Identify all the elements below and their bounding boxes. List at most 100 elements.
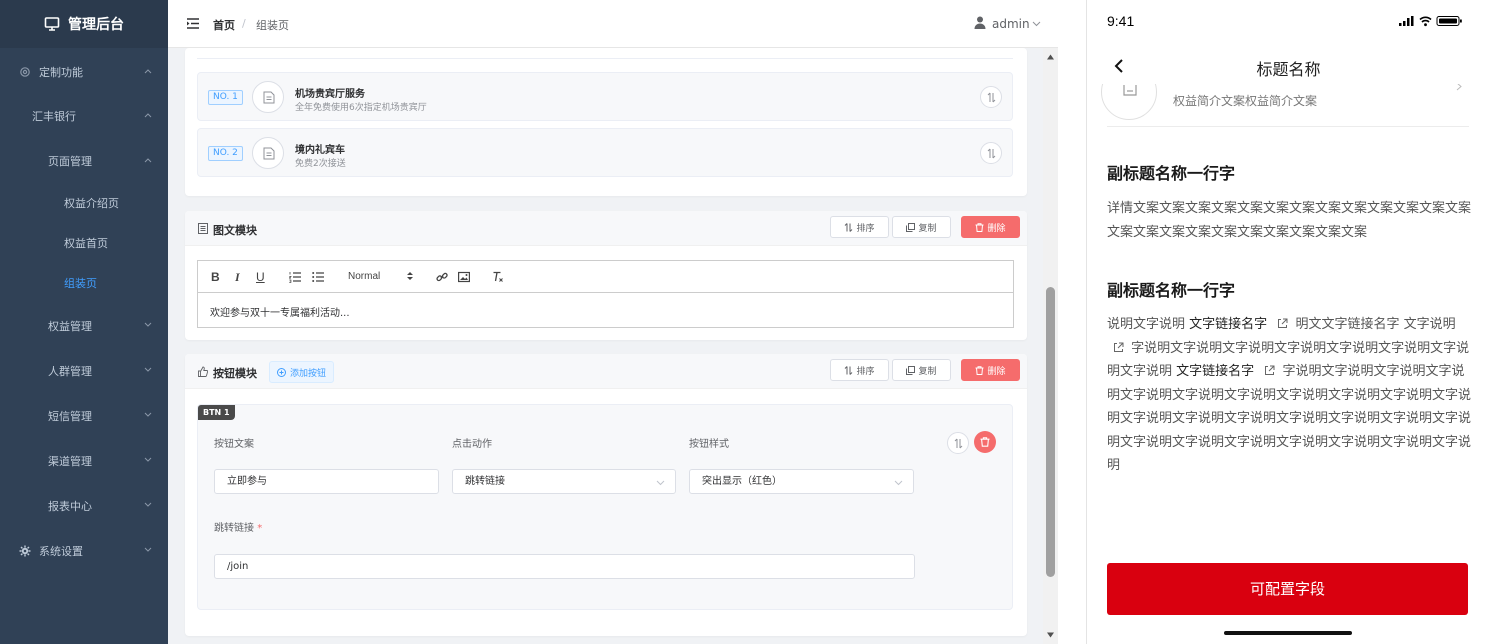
sidebar-item-benefit-intro[interactable]: 权益介绍页 [0, 183, 168, 223]
hamburger-icon[interactable] [187, 18, 199, 29]
sidebar-item-system-settings[interactable]: 系统设置 [0, 531, 168, 571]
module-title: 图文模块 [213, 224, 257, 237]
image-icon[interactable] [458, 271, 470, 283]
chevron-down-icon [894, 480, 903, 486]
sort-handle[interactable] [980, 142, 1002, 164]
sort-handle[interactable] [947, 432, 969, 454]
sidebar: 管理后台 定制功能 汇丰银行 页面管理 权益介绍页 权益首页 组装页 权益管理 [0, 0, 168, 644]
button-text-label: 按钮文案 [214, 439, 254, 450]
chevron-up-icon [144, 69, 152, 74]
benefit-title: 境内礼宾车 [295, 145, 345, 156]
ordered-list-icon[interactable] [289, 271, 301, 283]
editor-content[interactable]: 欢迎参与双十一专属福利活动... [210, 304, 350, 319]
benefit-item: NO. 2 境内礼宾车 免费2次接送 [197, 128, 1013, 177]
app-logo[interactable]: 管理后台 [0, 0, 168, 48]
sidebar-item-benefit-mgmt[interactable]: 权益管理 [0, 306, 168, 346]
delete-button[interactable]: 删除 [961, 216, 1020, 238]
text-link[interactable]: 文字链接名字 [1189, 317, 1267, 332]
thumbs-up-icon [198, 366, 208, 377]
admin-window: 管理后台 定制功能 汇丰银行 页面管理 权益介绍页 权益首页 组装页 权益管理 [0, 0, 1058, 644]
sort-button[interactable]: 排序 [830, 359, 889, 381]
click-action-select[interactable]: 跳转链接 [452, 469, 676, 494]
benefit-item: NO. 1 机场贵宾厅服务 全年免费使用6次指定机场贵宾厅 [197, 72, 1013, 121]
button-style-value: 突出显示（红色） [702, 476, 782, 487]
desc-text: 字说明文字说明文字说明文字说明文字说明文字说明文字说明文字说明文字说明文字说明文… [1107, 364, 1472, 473]
delete-button[interactable]: 删除 [961, 359, 1020, 381]
cta-button[interactable]: 可配置字段 [1107, 563, 1468, 615]
sidebar-item-crowd-mgmt[interactable]: 人群管理 [0, 351, 168, 391]
sort-icon [987, 92, 996, 103]
home-indicator [1224, 631, 1352, 635]
external-link-icon[interactable] [1113, 342, 1124, 353]
sidebar-item-hsbc[interactable]: 汇丰银行 [0, 96, 168, 136]
bold-button[interactable]: B [211, 270, 220, 284]
copy-label: 复制 [918, 223, 937, 234]
sort-icon [845, 222, 853, 232]
button-tag: BTN 1 [198, 405, 235, 420]
section-subtitle: 副标题名称一行字 [1107, 164, 1236, 183]
add-button[interactable]: 添加按钮 [269, 361, 335, 383]
scroll-down-arrow-icon[interactable] [1047, 632, 1054, 638]
clear-format-icon[interactable] [492, 271, 504, 283]
sidebar-item-assembly[interactable]: 组装页 [0, 263, 168, 303]
sidebar-item-label: 报表中心 [48, 500, 92, 513]
external-link-icon[interactable] [1277, 318, 1288, 329]
signal-icon [1399, 23, 1402, 26]
scrollbar-thumb[interactable] [1046, 287, 1055, 577]
benefit-desc: 全年免费使用6次指定机场贵宾厅 [295, 103, 427, 113]
settings-icon [19, 545, 31, 557]
sidebar-item-custom[interactable]: 定制功能 [0, 52, 168, 92]
format-select[interactable]: Normal [348, 271, 380, 282]
sidebar-item-label: 权益首页 [64, 237, 108, 250]
delete-row-button[interactable] [974, 431, 996, 453]
breadcrumb-home[interactable]: 首页 [213, 17, 235, 33]
trash-icon [980, 437, 990, 447]
sort-button[interactable]: 排序 [830, 216, 889, 238]
sidebar-item-benefit-home[interactable]: 权益首页 [0, 223, 168, 263]
jump-link-label-text: 跳转链接 [214, 523, 254, 534]
scroll-up-arrow-icon[interactable] [1047, 54, 1054, 60]
button-style-select[interactable]: 突出显示（红色） [689, 469, 914, 494]
sidebar-item-sms-mgmt[interactable]: 短信管理 [0, 396, 168, 436]
button-config-panel: BTN 1 按钮文案 点击动作 按钮样式 立即参与 跳转链接 突出显示（红色） … [197, 404, 1013, 610]
bullet-list-icon[interactable] [312, 271, 324, 283]
button-text-value: 立即参与 [227, 476, 267, 487]
sidebar-item-page-mgmt[interactable]: 页面管理 [0, 141, 168, 181]
sidebar-item-label: 汇丰银行 [32, 110, 76, 123]
copy-button[interactable]: 复制 [892, 216, 951, 238]
chevron-up-icon [144, 113, 152, 118]
divider [197, 58, 1013, 59]
chevron-up-icon [144, 158, 152, 163]
chevron-down-icon[interactable] [1032, 21, 1041, 27]
external-link-icon[interactable] [1264, 365, 1275, 376]
sidebar-item-label: 人群管理 [48, 365, 92, 378]
benefit-desc: 权益简介文案权益简介文案 [1173, 94, 1318, 108]
button-text-input[interactable]: 立即参与 [214, 469, 439, 494]
underline-button[interactable]: U [256, 270, 265, 284]
desc-text: 明文文字链接名字 文字说明 [1295, 317, 1456, 332]
monitor-icon [44, 17, 60, 31]
sidebar-item-label: 页面管理 [48, 155, 92, 168]
module-title: 按钮模块 [213, 367, 257, 380]
user-name[interactable]: admin [992, 17, 1030, 31]
link-icon[interactable] [436, 271, 448, 283]
top-bar: 首页 / 组装页 admin [168, 0, 1058, 48]
sidebar-item-report-center[interactable]: 报表中心 [0, 486, 168, 526]
italic-button[interactable]: I [235, 270, 240, 285]
sidebar-item-label: 定制功能 [39, 66, 83, 79]
document-icon [263, 147, 275, 160]
trash-icon [975, 222, 984, 232]
sort-icon [845, 365, 853, 375]
sidebar-item-channel-mgmt[interactable]: 渠道管理 [0, 441, 168, 481]
text-link[interactable]: 文字链接名字 [1176, 364, 1254, 379]
chevron-down-icon [144, 412, 152, 417]
select-arrows-icon[interactable] [407, 271, 413, 281]
user-icon[interactable] [974, 16, 986, 29]
sidebar-item-label: 渠道管理 [48, 455, 92, 468]
sidebar-item-label: 组装页 [64, 277, 97, 290]
delete-label: 删除 [987, 366, 1006, 377]
sort-handle[interactable] [980, 86, 1002, 108]
copy-button[interactable]: 复制 [892, 359, 951, 381]
sidebar-item-label: 短信管理 [48, 410, 92, 423]
jump-link-input[interactable]: /join [214, 554, 915, 579]
